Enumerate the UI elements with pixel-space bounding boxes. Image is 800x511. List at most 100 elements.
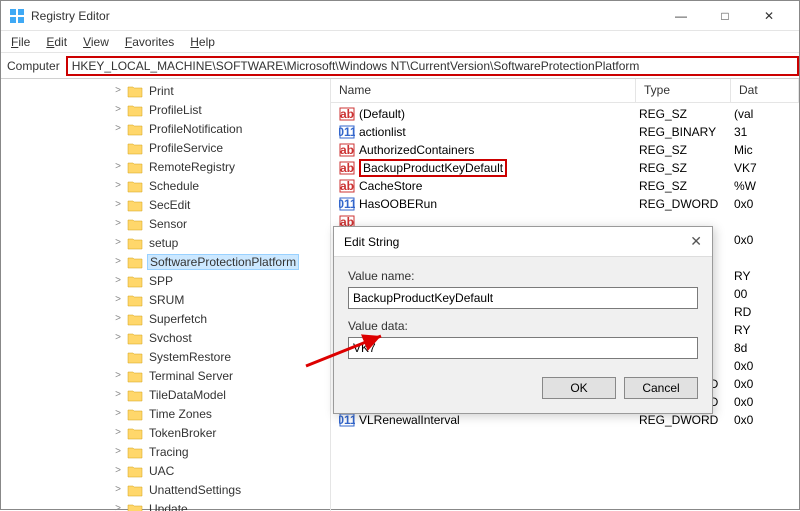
expand-icon[interactable]: > [111, 445, 125, 459]
tree-item-label: setup [147, 236, 180, 250]
tree-item[interactable]: >Schedule [1, 176, 330, 195]
menu-help[interactable]: Help [190, 35, 215, 49]
value-icon: ab [339, 178, 355, 194]
value-row[interactable]: abCacheStoreREG_SZ%W [331, 177, 799, 195]
value-data-input[interactable] [348, 337, 698, 359]
tree-item[interactable]: > ProfileList [1, 100, 330, 119]
value-type: REG_DWORD [639, 197, 734, 211]
tree-item[interactable]: SystemRestore [1, 347, 330, 366]
svg-text:011: 011 [339, 413, 355, 427]
folder-icon [127, 483, 143, 497]
tree-item[interactable]: >RemoteRegistry [1, 157, 330, 176]
dialog-close-icon[interactable]: ✕ [672, 233, 702, 250]
expand-icon[interactable]: > [111, 312, 125, 326]
expand-icon[interactable]: > [111, 179, 125, 193]
tree-item[interactable]: >Terminal Server [1, 366, 330, 385]
value-icon: ab [339, 142, 355, 158]
value-name: VLRenewalInterval [359, 413, 639, 427]
value-data: 31 [734, 125, 799, 139]
dialog-titlebar[interactable]: Edit String ✕ [334, 227, 712, 257]
minimize-button[interactable]: — [659, 2, 703, 30]
expand-icon[interactable]: > [111, 483, 125, 497]
tree-item-label: ProfileList [147, 103, 204, 117]
expand-icon[interactable]: > [111, 236, 125, 250]
value-icon: ab [339, 106, 355, 122]
tree-item[interactable]: >UnattendSettings [1, 480, 330, 499]
menu-file[interactable]: File [11, 35, 30, 49]
folder-icon [127, 217, 143, 231]
value-name: (Default) [359, 107, 639, 121]
value-row[interactable]: abAuthorizedContainersREG_SZMic [331, 141, 799, 159]
dialog-title: Edit String [344, 235, 672, 249]
tree-item[interactable]: > setup [1, 233, 330, 252]
expand-icon[interactable]: > [111, 369, 125, 383]
expand-icon[interactable]: > [111, 426, 125, 440]
value-name-input[interactable] [348, 287, 698, 309]
value-row[interactable]: 011HasOOBERunREG_DWORD0x0 [331, 195, 799, 213]
expand-icon[interactable]: > [111, 160, 125, 174]
menu-favorites[interactable]: Favorites [125, 35, 174, 49]
tree-item-label: SystemRestore [147, 350, 233, 364]
folder-icon [127, 445, 143, 459]
tree-item[interactable]: >TokenBroker [1, 423, 330, 442]
expand-icon[interactable]: > [111, 388, 125, 402]
folder-icon [127, 122, 143, 136]
value-data-label: Value data: [348, 319, 698, 333]
value-name: actionlist [359, 125, 639, 139]
expand-icon[interactable]: > [111, 84, 125, 98]
value-row[interactable]: ab(Default)REG_SZ(val [331, 105, 799, 123]
expand-icon[interactable]: > [111, 293, 125, 307]
expand-icon[interactable]: > [111, 464, 125, 478]
tree-item[interactable]: >UAC [1, 461, 330, 480]
cancel-button[interactable]: Cancel [624, 377, 698, 399]
expand-icon[interactable]: > [111, 103, 125, 117]
value-data: 0x0 [734, 377, 799, 391]
tree-item[interactable]: >Print [1, 81, 330, 100]
column-name[interactable]: Name [331, 79, 636, 102]
tree-item[interactable]: >Superfetch [1, 309, 330, 328]
address-path[interactable]: HKEY_LOCAL_MACHINE\SOFTWARE\Microsoft\Wi… [66, 56, 799, 76]
ok-button[interactable]: OK [542, 377, 616, 399]
tree-item[interactable]: >Sensor [1, 214, 330, 233]
expand-icon[interactable]: > [111, 198, 125, 212]
tree-item[interactable]: >Svchost [1, 328, 330, 347]
close-button[interactable]: ✕ [747, 2, 791, 30]
column-type[interactable]: Type [636, 79, 731, 102]
folder-icon [127, 293, 143, 307]
svg-text:ab: ab [340, 161, 354, 175]
tree-item[interactable]: >Update [1, 499, 330, 511]
tree-item[interactable]: >SPP [1, 271, 330, 290]
folder-icon [127, 312, 143, 326]
tree-item[interactable]: ProfileService [1, 138, 330, 157]
expand-icon[interactable]: > [111, 331, 125, 345]
value-row[interactable]: 011actionlistREG_BINARY31 [331, 123, 799, 141]
column-data[interactable]: Dat [731, 79, 799, 102]
tree-panel[interactable]: >Print>ProfileList>ProfileNotification P… [1, 79, 331, 511]
tree-item[interactable]: > SecEdit [1, 195, 330, 214]
expand-icon[interactable]: > [111, 407, 125, 421]
window-title: Registry Editor [31, 9, 659, 23]
folder-icon [127, 350, 143, 364]
expand-icon[interactable]: > [111, 255, 125, 269]
maximize-button[interactable]: □ [703, 2, 747, 30]
expand-icon[interactable]: > [111, 122, 125, 136]
expand-icon[interactable] [111, 350, 125, 364]
folder-icon [127, 331, 143, 345]
expand-icon[interactable]: > [111, 274, 125, 288]
expand-icon[interactable] [111, 141, 125, 155]
menu-edit[interactable]: Edit [46, 35, 67, 49]
tree-item[interactable]: >TileDataModel [1, 385, 330, 404]
tree-item-label: ProfileService [147, 141, 225, 155]
tree-item[interactable]: >Tracing [1, 442, 330, 461]
tree-item[interactable]: >Time Zones [1, 404, 330, 423]
tree-item[interactable]: >ProfileNotification [1, 119, 330, 138]
tree-item-label: SecEdit [147, 198, 192, 212]
menu-view[interactable]: View [83, 35, 109, 49]
tree-item[interactable]: >SoftwareProtectionPlatform [1, 252, 330, 271]
value-data: 0x0 [734, 197, 799, 211]
value-row[interactable]: abBackupProductKeyDefaultREG_SZVK7 [331, 159, 799, 177]
tree-item[interactable]: >SRUM [1, 290, 330, 309]
expand-icon[interactable]: > [111, 217, 125, 231]
value-data: (val [734, 107, 799, 121]
folder-icon [127, 464, 143, 478]
